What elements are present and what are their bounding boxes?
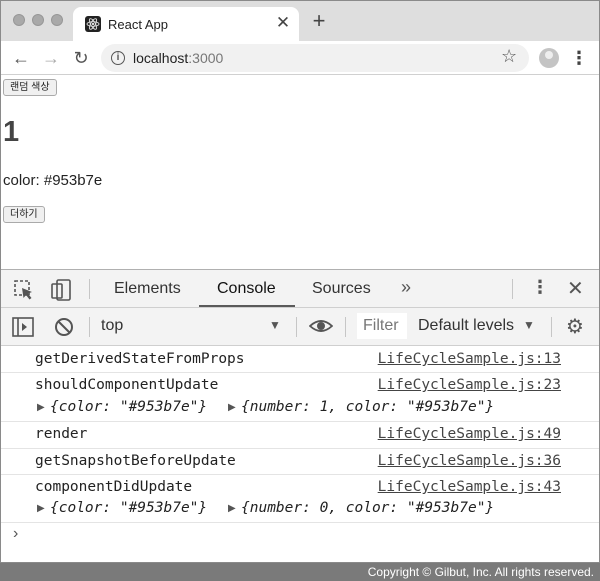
object-preview[interactable]: {color: "#953b7e"} (50, 399, 207, 415)
number-heading: 1 (3, 116, 20, 148)
inspect-element-icon[interactable] (13, 279, 35, 301)
info-icon[interactable]: i (111, 51, 125, 65)
close-window-button[interactable] (13, 14, 25, 26)
console-message: getDerivedStateFromProps LifeCycleSample… (1, 347, 599, 373)
react-logo-icon (85, 16, 101, 32)
bookmark-star-icon[interactable]: ☆ (501, 46, 517, 67)
tab-strip: React App ✕ + (1, 1, 599, 41)
tab-title: React App (108, 17, 168, 32)
browser-menu-icon[interactable]: ⋮ (569, 46, 589, 70)
page-content: 랜덤 색상 1 color: #953b7e 더하기 (1, 76, 599, 269)
close-tab-icon[interactable]: ✕ (273, 13, 293, 33)
clear-console-icon[interactable] (53, 316, 75, 338)
device-toolbar-icon[interactable] (49, 278, 73, 302)
context-dropdown-icon[interactable]: ▼ (269, 318, 281, 332)
browser-tab[interactable]: React App ✕ (73, 7, 299, 41)
tab-sources[interactable]: Sources (312, 280, 371, 298)
context-selector[interactable]: top (101, 317, 123, 335)
browser-toolbar: ← → ↻ i localhost:3000 ☆ ⋮ (1, 41, 599, 75)
browser-window: React App ✕ + ← → ↻ i localhost:3000 ☆ ⋮… (0, 0, 600, 563)
tab-console[interactable]: Console (217, 280, 276, 298)
console-message: componentDidUpdate LifeCycleSample.js:43… (1, 475, 599, 523)
source-link[interactable]: LifeCycleSample.js:49 (378, 426, 561, 442)
sidebar-toggle-icon[interactable] (12, 317, 34, 337)
console-message: getSnapshotBeforeUpdate LifeCycleSample.… (1, 449, 599, 475)
expand-triangle-icon[interactable]: ▶ (37, 503, 45, 514)
color-label: color: #953b7e (3, 172, 103, 189)
devtools-tab-bar: Elements Console Sources » ⋮ ✕ (1, 270, 599, 308)
source-link[interactable]: LifeCycleSample.js:36 (378, 453, 561, 469)
object-preview[interactable]: {number: 1, color: "#953b7e"} (241, 399, 494, 415)
minimize-window-button[interactable] (32, 14, 44, 26)
console-message: shouldComponentUpdate LifeCycleSample.js… (1, 373, 599, 422)
devtools-panel: Elements Console Sources » ⋮ ✕ top ▼ Fil… (1, 269, 599, 562)
levels-dropdown-icon[interactable]: ▼ (523, 318, 535, 332)
devtools-menu-icon[interactable]: ⋮ (531, 277, 549, 298)
gear-icon[interactable]: ⚙ (566, 314, 584, 339)
expand-triangle-icon[interactable]: ▶ (37, 402, 45, 413)
object-preview[interactable]: {number: 0, color: "#953b7e"} (241, 500, 494, 516)
forward-icon[interactable]: → (39, 46, 63, 70)
source-link[interactable]: LifeCycleSample.js:13 (378, 351, 561, 367)
copyright-text: Copyright © Gilbut, Inc. All rights rese… (367, 565, 594, 579)
copyright-bar: Copyright © Gilbut, Inc. All rights rese… (0, 563, 600, 581)
more-tabs-icon[interactable]: » (401, 277, 411, 298)
active-tab-indicator (199, 305, 295, 307)
close-devtools-icon[interactable]: ✕ (567, 276, 584, 301)
new-tab-icon[interactable]: + (307, 9, 331, 33)
add-button[interactable]: 더하기 (3, 206, 45, 223)
maximize-window-button[interactable] (51, 14, 63, 26)
reload-icon[interactable]: ↻ (69, 46, 93, 70)
source-link[interactable]: LifeCycleSample.js:43 (378, 479, 561, 495)
filter-input[interactable]: Filter (357, 313, 407, 339)
url: localhost:3000 (133, 50, 224, 66)
profile-avatar[interactable] (539, 48, 559, 68)
source-link[interactable]: LifeCycleSample.js:23 (378, 377, 561, 393)
live-expression-eye-icon[interactable] (309, 316, 333, 336)
object-preview[interactable]: {color: "#953b7e"} (50, 500, 207, 516)
console-message: render LifeCycleSample.js:49 (1, 422, 599, 449)
back-icon[interactable]: ← (9, 46, 33, 70)
expand-triangle-icon[interactable]: ▶ (228, 402, 236, 413)
random-color-button[interactable]: 랜덤 색상 (3, 79, 57, 96)
tab-elements[interactable]: Elements (114, 280, 181, 298)
log-levels-dropdown[interactable]: Default levels (418, 317, 514, 335)
expand-triangle-icon[interactable]: ▶ (228, 503, 236, 514)
address-bar[interactable]: i localhost:3000 ☆ (101, 44, 529, 72)
console-prompt-icon[interactable]: › (13, 525, 18, 543)
console-log-list: getDerivedStateFromProps LifeCycleSample… (1, 347, 599, 523)
console-toolbar: top ▼ Filter Default levels ▼ ⚙ (1, 308, 599, 346)
